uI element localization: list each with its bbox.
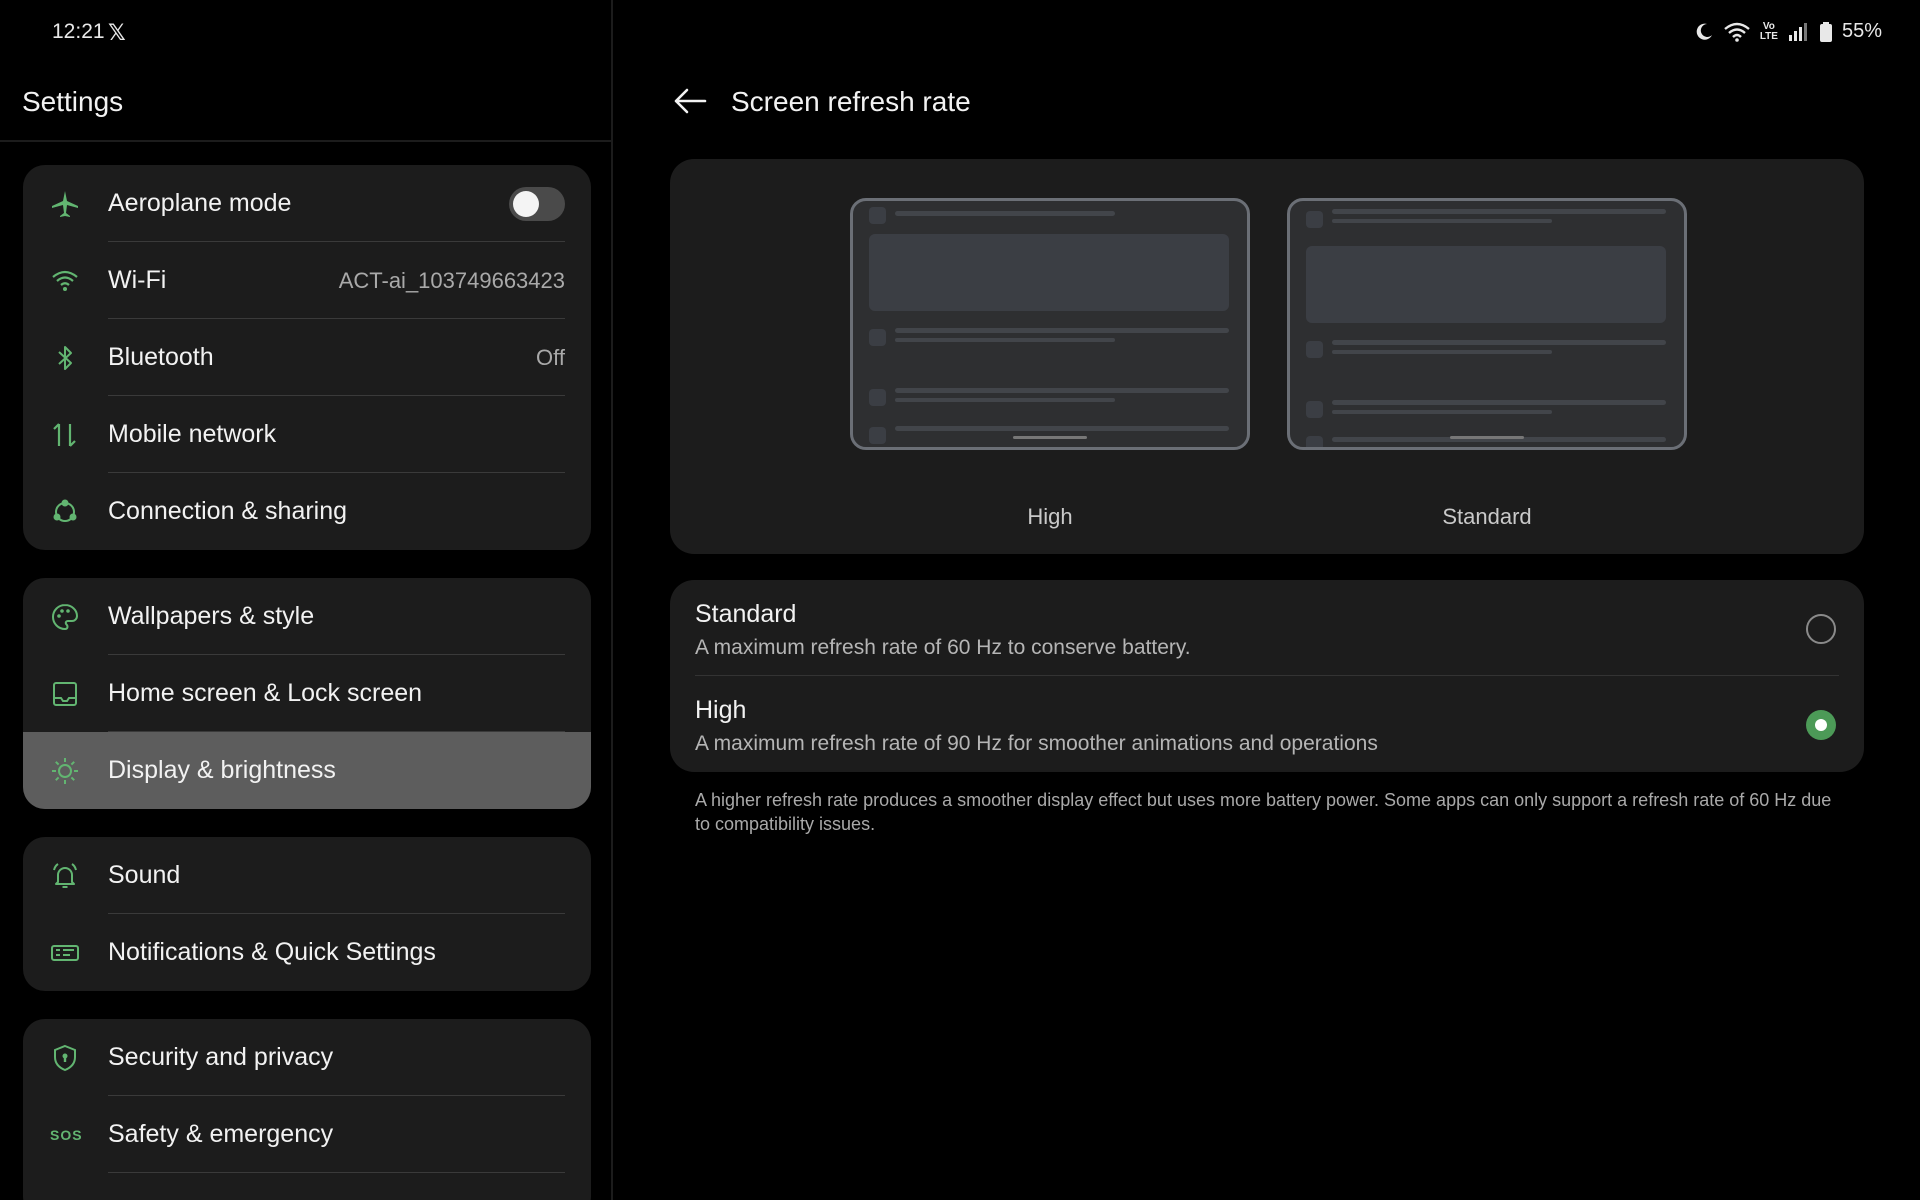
standard-radio[interactable] [1806, 614, 1836, 644]
wifi-network-name: ACT-ai_103749663423 [338, 268, 565, 293]
back-arrow-icon[interactable] [672, 86, 708, 116]
settings-group-connectivity: Aeroplane mode Wi-Fi ACT-ai_103749663423… [23, 165, 591, 550]
preview-placeholder [895, 426, 1229, 431]
sos-icon: SOS [50, 1127, 83, 1143]
sidebar-item-label: Mobile network [108, 420, 277, 448]
volte-line2: LTE [1759, 30, 1778, 42]
preview-placeholder [1332, 400, 1666, 405]
toggle-knob [513, 191, 539, 217]
preview-placeholder [1332, 209, 1666, 214]
preview-placeholder [1332, 410, 1552, 414]
sidebar-item-mobile-network[interactable]: Mobile network [23, 396, 591, 473]
sidebar-item-label: Aeroplane mode [108, 189, 292, 217]
sidebar-item-home-lock-screen[interactable]: Home screen & Lock screen [23, 655, 591, 732]
page-title: Screen refresh rate [731, 86, 971, 117]
preview-placeholder [1332, 340, 1666, 345]
sidebar-item-display-brightness[interactable]: Display & brightness [23, 732, 591, 809]
volte-icon: Vo LTE [1759, 21, 1778, 42]
option-description: A maximum refresh rate of 60 Hz to conse… [695, 636, 1191, 659]
bluetooth-status: Off [536, 345, 565, 370]
preview-placeholder [1306, 401, 1323, 418]
preview-placeholder [1332, 350, 1552, 354]
high-preview-tablet[interactable] [850, 198, 1250, 450]
standard-preview-tablet[interactable] [1287, 198, 1687, 450]
sidebar-item-notifications-quick-settings[interactable]: Notifications & Quick Settings [23, 914, 591, 991]
preview-placeholder [869, 329, 886, 346]
sidebar-item-safety-emergency[interactable]: SOS Safety & emergency [23, 1096, 591, 1173]
share-icon [50, 497, 80, 527]
sidebar-divider [0, 140, 613, 142]
sidebar-item-connection-sharing[interactable]: Connection & sharing [23, 473, 591, 550]
airplane-icon [50, 189, 80, 219]
sidebar-item-label: Safety & emergency [108, 1120, 334, 1148]
option-standard[interactable]: Standard A maximum refresh rate of 60 Hz… [670, 580, 1864, 676]
preview-placeholder [895, 398, 1115, 402]
preview-placeholder [895, 211, 1115, 216]
sidebar-item-wallpapers-style[interactable]: Wallpapers & style [23, 578, 591, 655]
sidebar-item-label: Display & brightness [108, 756, 336, 784]
preview-placeholder [1306, 211, 1323, 228]
bell-icon [50, 861, 80, 891]
sidebar-item-label: Bluetooth [108, 343, 214, 371]
preview-placeholder [895, 328, 1229, 333]
wifi-icon [50, 266, 80, 296]
signal-icon [1788, 22, 1810, 41]
refresh-rate-preview: High Standard [670, 159, 1864, 554]
sidebar-title: Settings [22, 86, 124, 117]
sidebar-item-label: Connection & sharing [108, 497, 348, 525]
sidebar-item-label: Sound [108, 861, 181, 889]
settings-sidebar: Settings Aeroplane mode Wi-Fi ACT-ai_103… [0, 0, 613, 1200]
option-title: High [695, 696, 747, 724]
notifications-icon [50, 938, 80, 968]
preview-placeholder [869, 427, 886, 444]
option-title: Standard [695, 600, 797, 628]
option-high[interactable]: High A maximum refresh rate of 90 Hz for… [670, 676, 1864, 772]
aeroplane-mode-toggle[interactable] [509, 187, 565, 221]
sidebar-item-bluetooth[interactable]: Bluetooth Off [23, 319, 591, 396]
brightness-icon [50, 756, 80, 786]
battery-percent: 55% [1841, 20, 1882, 42]
preview-home-handle [1450, 436, 1524, 439]
wifi-icon [1724, 22, 1750, 42]
sidebar-item-label: Home screen & Lock screen [108, 679, 423, 707]
shield-icon [50, 1043, 80, 1073]
high-radio[interactable] [1806, 710, 1836, 740]
sidebar-item-aeroplane-mode[interactable]: Aeroplane mode [23, 165, 591, 242]
refresh-rate-footnote: A higher refresh rate produces a smoothe… [695, 790, 1832, 834]
moon-icon [1694, 22, 1714, 42]
preview-placeholder [1306, 341, 1323, 358]
bluetooth-icon [50, 343, 80, 373]
sidebar-item-label: Wi-Fi [108, 266, 167, 294]
standard-preview-label: Standard [1442, 504, 1532, 529]
radio-dot [1815, 719, 1827, 731]
battery-icon [1819, 21, 1832, 42]
preview-placeholder [869, 234, 1229, 311]
screen: 12:21 𝕏 Vo LTE 55% Settings Aeroplane mo… [0, 0, 1920, 1200]
refresh-rate-options: Standard A maximum refresh rate of 60 Hz… [670, 580, 1864, 772]
preview-placeholder [869, 207, 886, 224]
preview-placeholder [895, 338, 1115, 342]
settings-group-sound-notifications: Sound Notifications & Quick Settings [23, 837, 591, 991]
palette-icon [50, 602, 80, 632]
preview-placeholder [1306, 436, 1323, 447]
preview-placeholder [1306, 246, 1666, 323]
home-screen-icon [50, 679, 80, 709]
option-description: A maximum refresh rate of 90 Hz for smoo… [695, 732, 1378, 755]
settings-group-personalization: Wallpapers & style Home screen & Lock sc… [23, 578, 591, 809]
preview-home-handle [1013, 436, 1087, 439]
preview-placeholder [895, 388, 1229, 393]
settings-group-security: Security and privacy SOS Safety & emerge… [23, 1019, 591, 1200]
sidebar-item-security-privacy[interactable]: Security and privacy [23, 1019, 591, 1096]
sidebar-item-label: Security and privacy [108, 1043, 334, 1071]
preview-placeholder [1332, 219, 1552, 223]
status-icons: Vo LTE 55% [1694, 20, 1882, 43]
row-divider [108, 1172, 565, 1173]
sidebar-item-wifi[interactable]: Wi-Fi ACT-ai_103749663423 [23, 242, 591, 319]
preview-placeholder [869, 389, 886, 406]
sidebar-item-sound[interactable]: Sound [23, 837, 591, 914]
sidebar-item-label: Notifications & Quick Settings [108, 938, 436, 966]
high-preview-label: High [1027, 504, 1073, 529]
sidebar-item-label: Wallpapers & style [108, 602, 315, 630]
mobile-data-icon [50, 420, 80, 450]
